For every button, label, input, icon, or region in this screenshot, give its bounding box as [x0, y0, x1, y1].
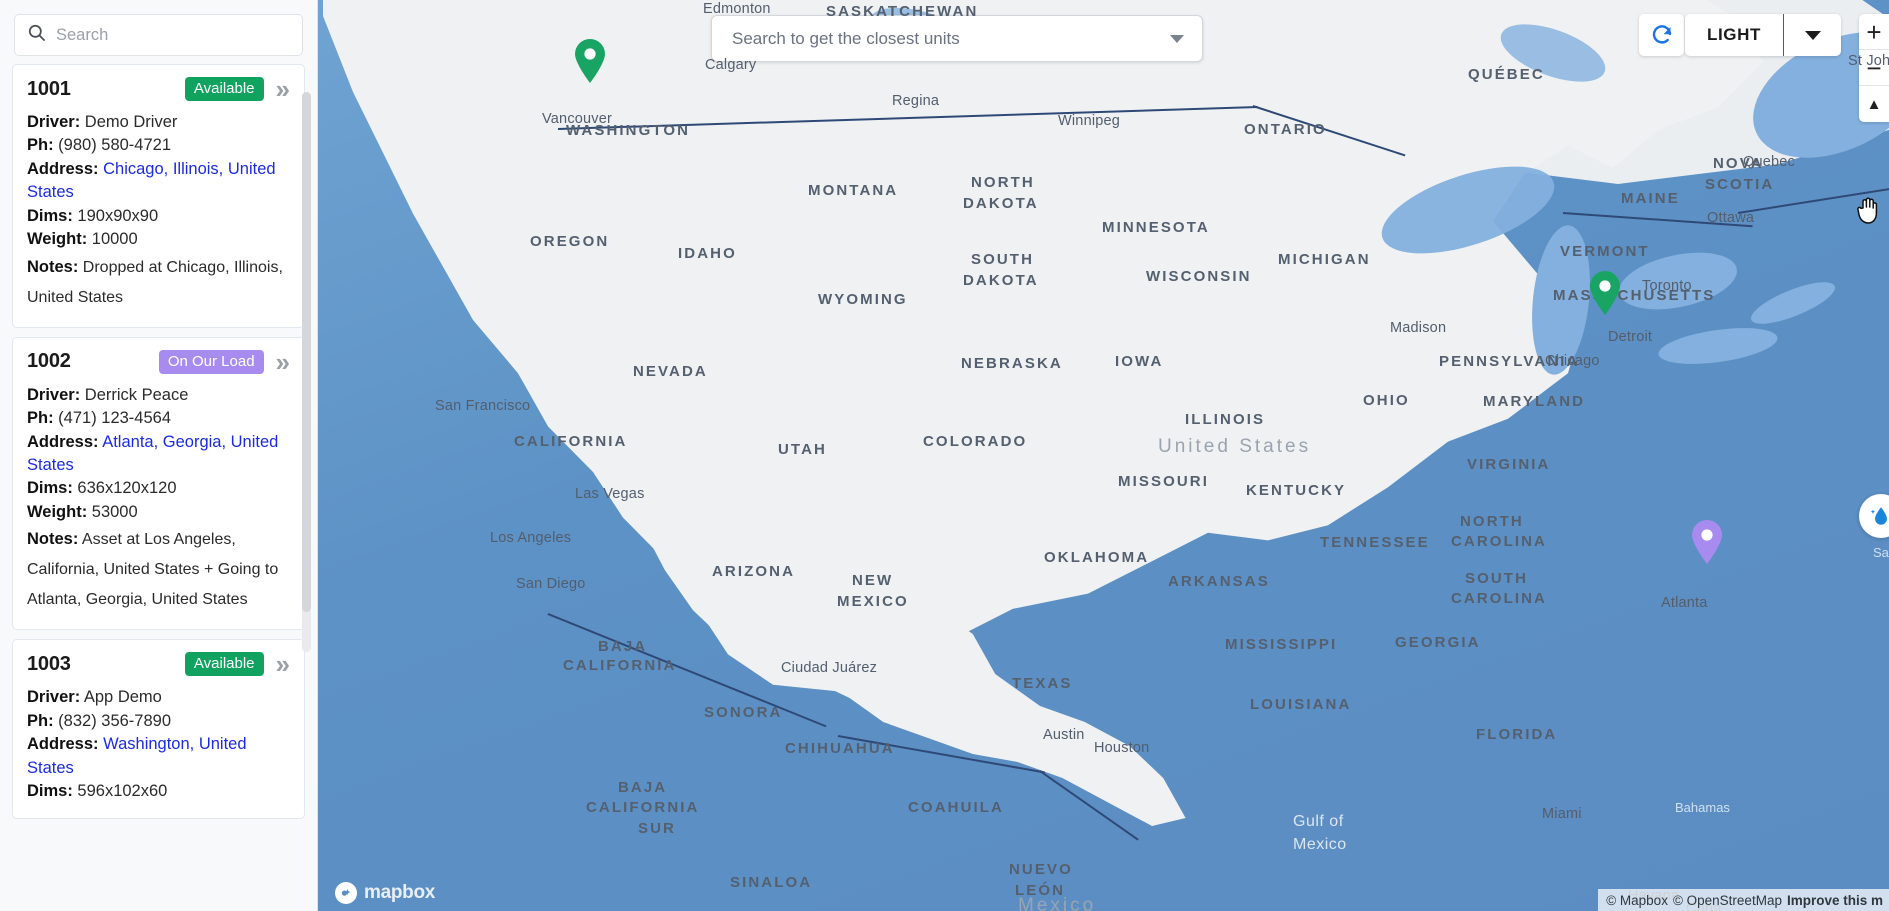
unit-card[interactable]: 1001 Available » Driver: Demo Driver Ph: …: [12, 64, 305, 328]
refresh-button[interactable]: [1639, 14, 1684, 56]
attribution-improve-link[interactable]: Improve this m: [1787, 893, 1883, 908]
map-style-label[interactable]: LIGHT: [1685, 14, 1783, 56]
unit-driver-row: Driver: Demo Driver: [27, 113, 178, 131]
unit-address-row: Address: Washington, United States: [27, 735, 247, 777]
unit-address-row: Address: Chicago, Illinois, United State…: [27, 159, 276, 202]
status-badge: Available: [184, 652, 264, 677]
unit-notes-row: Notes: Dropped at Chicago, Illinois, Uni…: [27, 257, 283, 306]
mapbox-logo-text: mapbox: [364, 882, 436, 903]
unit-driver-row: Driver: Derrick Peace: [27, 385, 189, 404]
zoom-out-button[interactable]: −: [1859, 50, 1889, 86]
unit-card-header: 1001 Available »: [27, 76, 291, 102]
unit-card[interactable]: 1002 On Our Load » Driver: Derrick Peace…: [12, 336, 305, 631]
units-sidebar: 1001 Available » Driver: Demo Driver Ph: …: [0, 0, 318, 911]
map-marker-pin[interactable]: [573, 38, 607, 84]
map-zoom-controls[interactable]: + − ▲: [1859, 14, 1889, 122]
expand-unit-icon[interactable]: »: [276, 651, 291, 677]
map-marker-pin[interactable]: [1588, 270, 1622, 316]
unit-weight-row: Weight: 10000: [27, 230, 138, 249]
map-search-placeholder: Search to get the closest units: [732, 28, 960, 48]
unit-phone-row: Ph: (471) 123-4564: [27, 409, 172, 428]
unit-driver-row: Driver: App Demo: [27, 688, 162, 707]
sidebar-search-area: [0, 0, 317, 64]
unit-id: 1001: [27, 77, 71, 100]
search-icon: [27, 23, 46, 47]
unit-id: 1002: [27, 350, 71, 373]
unit-card-header: 1002 On Our Load »: [27, 348, 291, 374]
zoom-in-button[interactable]: +: [1859, 14, 1889, 50]
unit-card-header: 1003 Available »: [27, 651, 291, 677]
search-input[interactable]: [56, 25, 290, 45]
map-canvas[interactable]: Search to get the closest units LIGHT + …: [318, 0, 1889, 911]
chevron-down-icon[interactable]: [1170, 34, 1184, 43]
unit-phone-row: Ph: (980) 580-4721: [27, 136, 172, 155]
search-box[interactable]: [14, 14, 303, 56]
map-style-dropdown-toggle[interactable]: [1783, 14, 1841, 56]
unit-weight-row: Weight: 53000: [27, 502, 138, 521]
attribution-mapbox[interactable]: © Mapbox: [1606, 893, 1668, 908]
unit-card-list: 1001 Available » Driver: Demo Driver Ph: …: [0, 64, 317, 819]
unit-notes-row: Notes: Asset at Los Angeles, California,…: [27, 530, 279, 609]
unit-card[interactable]: 1003 Available » Driver: App Demo Ph: (83…: [12, 639, 305, 819]
unit-id: 1003: [27, 652, 71, 675]
unit-dims-row: Dims: 596x102x60: [27, 782, 168, 801]
compass-button[interactable]: ▲: [1859, 86, 1889, 122]
chevron-down-icon: [1804, 30, 1821, 40]
unit-dims-row: Dims: 636x120x120: [27, 479, 177, 498]
mapbox-mark-icon: [335, 882, 357, 904]
status-badge: Available: [184, 77, 264, 101]
grab-cursor: [1856, 196, 1882, 231]
unit-address-row: Address: Atlanta, Georgia, United States: [27, 432, 279, 474]
mapbox-logo[interactable]: mapbox: [334, 881, 435, 905]
map-style-selector[interactable]: LIGHT: [1685, 14, 1841, 56]
sidebar-scrollbar-thumb[interactable]: [302, 92, 311, 612]
expand-unit-icon[interactable]: »: [276, 348, 291, 374]
unit-dims-row: Dims: 190x90x90: [27, 206, 159, 225]
attribution-osm[interactable]: © OpenStreetMap: [1673, 893, 1782, 908]
map-search-box[interactable]: Search to get the closest units: [711, 15, 1203, 62]
unit-phone-row: Ph: (832) 356-7890: [27, 711, 172, 730]
expand-unit-icon[interactable]: »: [276, 76, 291, 102]
map-attribution: © Mapbox © OpenStreetMap Improve this m: [1598, 889, 1889, 911]
map-marker-pin[interactable]: [1690, 519, 1724, 565]
status-badge: On Our Load: [158, 349, 264, 374]
